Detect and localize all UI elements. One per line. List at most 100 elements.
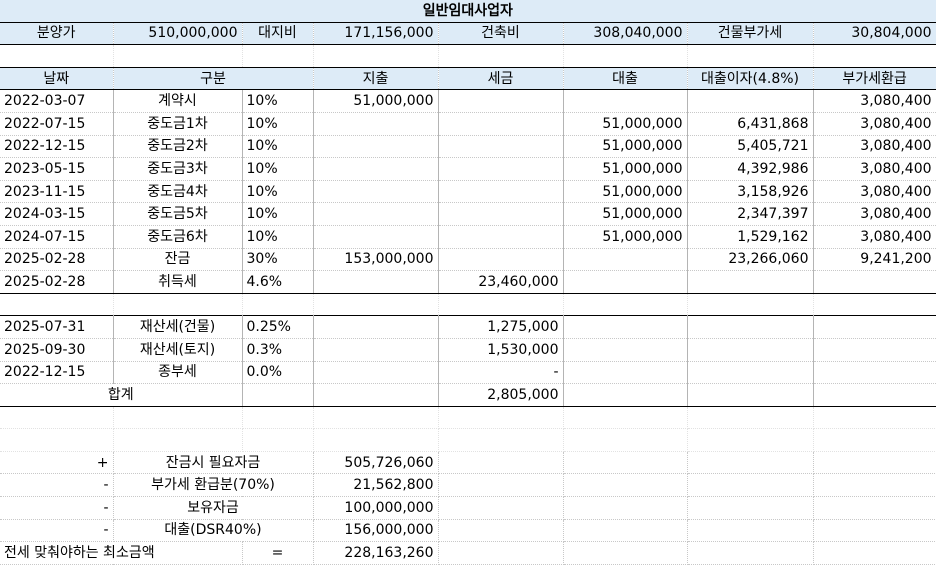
tax-total-value[interactable]: 2,805,000 xyxy=(438,383,564,407)
date-cell[interactable]: 2023-05-15 xyxy=(0,157,114,181)
cell[interactable] xyxy=(687,406,814,430)
cell[interactable] xyxy=(687,315,814,339)
date-cell[interactable]: 2025-02-28 xyxy=(0,248,114,272)
category-cell[interactable]: 중도금6차 xyxy=(113,225,243,249)
percent-cell[interactable]: 10% xyxy=(242,157,314,181)
loan-cell[interactable]: 51,000,000 xyxy=(563,135,688,159)
date-cell[interactable]: 2025-02-28 xyxy=(0,270,114,294)
date-cell[interactable]: 2025-09-30 xyxy=(0,338,114,362)
percent-cell[interactable]: 0.0% xyxy=(242,361,314,385)
expense-cell[interactable] xyxy=(313,315,439,339)
header-category[interactable]: 구분 xyxy=(113,66,314,91)
date-cell[interactable]: 2022-03-07 xyxy=(0,89,114,113)
loan-cell[interactable] xyxy=(563,270,688,294)
final-sign[interactable]: = xyxy=(242,541,314,565)
tax-cell[interactable] xyxy=(438,225,564,249)
expense-cell[interactable] xyxy=(313,180,439,204)
cell[interactable] xyxy=(313,44,439,68)
refund-cell[interactable] xyxy=(813,270,936,294)
category-cell[interactable]: 중도금2차 xyxy=(113,135,243,159)
cell[interactable] xyxy=(563,541,688,565)
expense-cell[interactable] xyxy=(313,112,439,136)
cell[interactable] xyxy=(438,406,564,430)
price-value[interactable]: 510,000,000 xyxy=(113,22,243,46)
cell[interactable] xyxy=(687,496,814,520)
percent-cell[interactable]: 10% xyxy=(242,202,314,226)
loan-cell[interactable]: 51,000,000 xyxy=(563,157,688,181)
date-cell[interactable]: 2025-07-31 xyxy=(0,315,114,339)
cell[interactable] xyxy=(313,406,439,430)
interest-cell[interactable] xyxy=(687,270,814,294)
category-cell[interactable]: 잔금 xyxy=(113,248,243,272)
tax-cell[interactable] xyxy=(438,202,564,226)
percent-cell[interactable]: 4.6% xyxy=(242,270,314,294)
category-cell[interactable]: 중도금5차 xyxy=(113,202,243,226)
cell[interactable] xyxy=(242,44,314,68)
expense-cell[interactable] xyxy=(313,270,439,294)
interest-cell[interactable]: 6,431,868 xyxy=(687,112,814,136)
interest-cell[interactable]: 5,405,721 xyxy=(687,135,814,159)
cell[interactable] xyxy=(563,473,688,498)
interest-cell[interactable]: 23,266,060 xyxy=(687,248,814,272)
category-cell[interactable]: 취득세 xyxy=(113,270,243,294)
date-cell[interactable]: 2022-07-15 xyxy=(0,112,114,136)
final-value[interactable]: 228,163,260 xyxy=(313,541,439,565)
tax-cell[interactable] xyxy=(438,89,564,113)
category-cell[interactable]: 계약시 xyxy=(113,89,243,113)
cell[interactable] xyxy=(113,428,243,452)
header-refund[interactable]: 부가세환급 xyxy=(813,66,936,91)
summary-label[interactable]: 부가세 환급분(70%) xyxy=(113,473,314,498)
cell[interactable] xyxy=(563,383,688,407)
summary-sign[interactable]: - xyxy=(0,496,114,520)
tax-cell[interactable]: - xyxy=(438,361,564,385)
cell[interactable] xyxy=(242,293,314,317)
expense-cell[interactable] xyxy=(313,225,439,249)
cell[interactable] xyxy=(313,383,439,407)
cell[interactable] xyxy=(113,44,243,68)
cell[interactable] xyxy=(813,496,936,520)
cell[interactable] xyxy=(438,473,564,498)
cell[interactable] xyxy=(563,496,688,520)
cell[interactable] xyxy=(113,293,243,317)
expense-cell[interactable] xyxy=(313,157,439,181)
cell[interactable] xyxy=(438,541,564,565)
cell[interactable] xyxy=(438,519,564,543)
cell[interactable] xyxy=(687,361,814,385)
date-cell[interactable]: 2022-12-15 xyxy=(0,135,114,159)
cell[interactable] xyxy=(0,44,114,68)
summary-label[interactable]: 잔금시 필요자금 xyxy=(113,451,314,475)
loan-cell[interactable] xyxy=(563,248,688,272)
summary-value[interactable]: 156,000,000 xyxy=(313,519,439,543)
expense-cell[interactable] xyxy=(313,135,439,159)
land-value[interactable]: 171,156,000 xyxy=(313,22,439,46)
vat-value[interactable]: 30,804,000 xyxy=(813,22,936,46)
cell[interactable] xyxy=(313,293,439,317)
header-interest[interactable]: 대출이자(4.8%) xyxy=(687,66,814,91)
cell[interactable] xyxy=(813,473,936,498)
land-label[interactable]: 대지비 xyxy=(242,22,314,46)
refund-cell[interactable]: 3,080,400 xyxy=(813,89,936,113)
build-label[interactable]: 건축비 xyxy=(438,22,564,46)
cell[interactable] xyxy=(813,406,936,430)
loan-cell[interactable]: 51,000,000 xyxy=(563,225,688,249)
cell[interactable] xyxy=(0,428,114,452)
tax-cell[interactable]: 1,275,000 xyxy=(438,315,564,339)
expense-cell[interactable]: 153,000,000 xyxy=(313,248,439,272)
loan-cell[interactable]: 51,000,000 xyxy=(563,202,688,226)
final-label[interactable]: 전세 맞춰야하는 최소금액 xyxy=(0,541,243,565)
cell[interactable] xyxy=(687,519,814,543)
refund-cell[interactable]: 3,080,400 xyxy=(813,225,936,249)
summary-value[interactable]: 100,000,000 xyxy=(313,496,439,520)
cell[interactable] xyxy=(687,383,814,407)
tax-cell[interactable] xyxy=(438,248,564,272)
cell[interactable] xyxy=(563,338,688,362)
summary-value[interactable]: 21,562,800 xyxy=(313,473,439,498)
cell[interactable] xyxy=(813,541,936,565)
loan-cell[interactable]: 51,000,000 xyxy=(563,180,688,204)
header-tax[interactable]: 세금 xyxy=(438,66,564,91)
percent-cell[interactable]: 10% xyxy=(242,225,314,249)
cell[interactable] xyxy=(687,451,814,475)
percent-cell[interactable]: 10% xyxy=(242,180,314,204)
tax-cell[interactable]: 1,530,000 xyxy=(438,338,564,362)
cell[interactable] xyxy=(0,293,114,317)
